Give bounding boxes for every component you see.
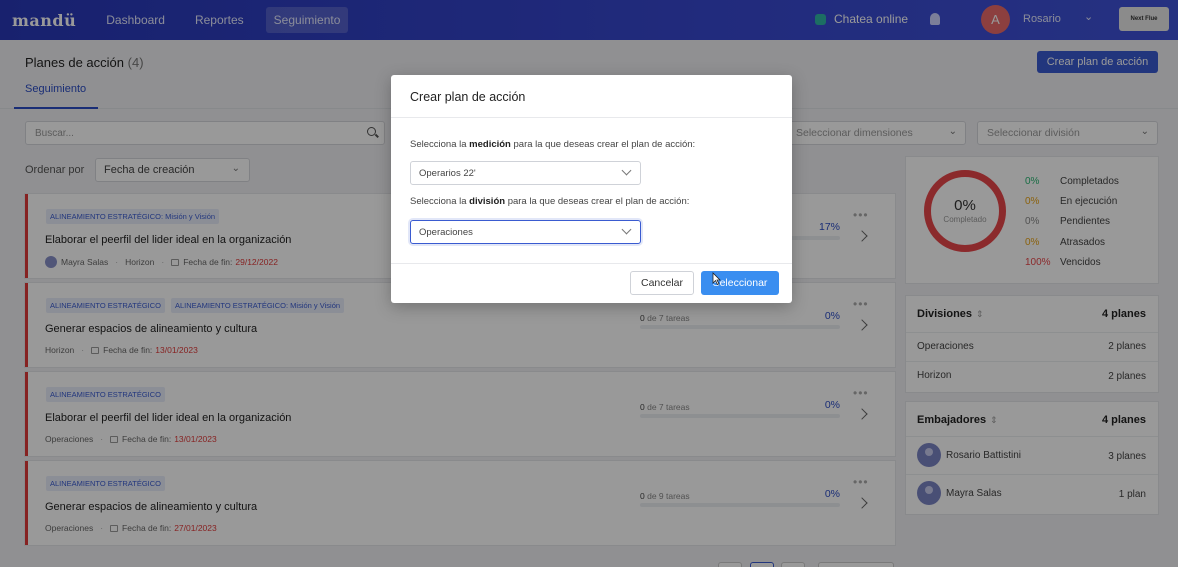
measure-label: Selecciona la medición para la que desea… [410,139,696,150]
division-modal-select[interactable]: Operaciones [410,220,641,244]
chevron-down-icon [621,224,632,235]
measure-select[interactable]: Operarios 22' [410,161,641,185]
measure-value: Operarios 22' [419,167,476,179]
division-label: Selecciona la división para la que desea… [410,196,690,207]
mouse-cursor-icon [712,272,721,285]
chevron-down-icon [621,165,632,176]
division-value: Operaciones [419,226,473,238]
modal-title: Crear plan de acción [410,90,526,104]
create-plan-modal: Crear plan de acción Selecciona la medic… [391,75,792,303]
cancel-button[interactable]: Cancelar [630,271,694,295]
